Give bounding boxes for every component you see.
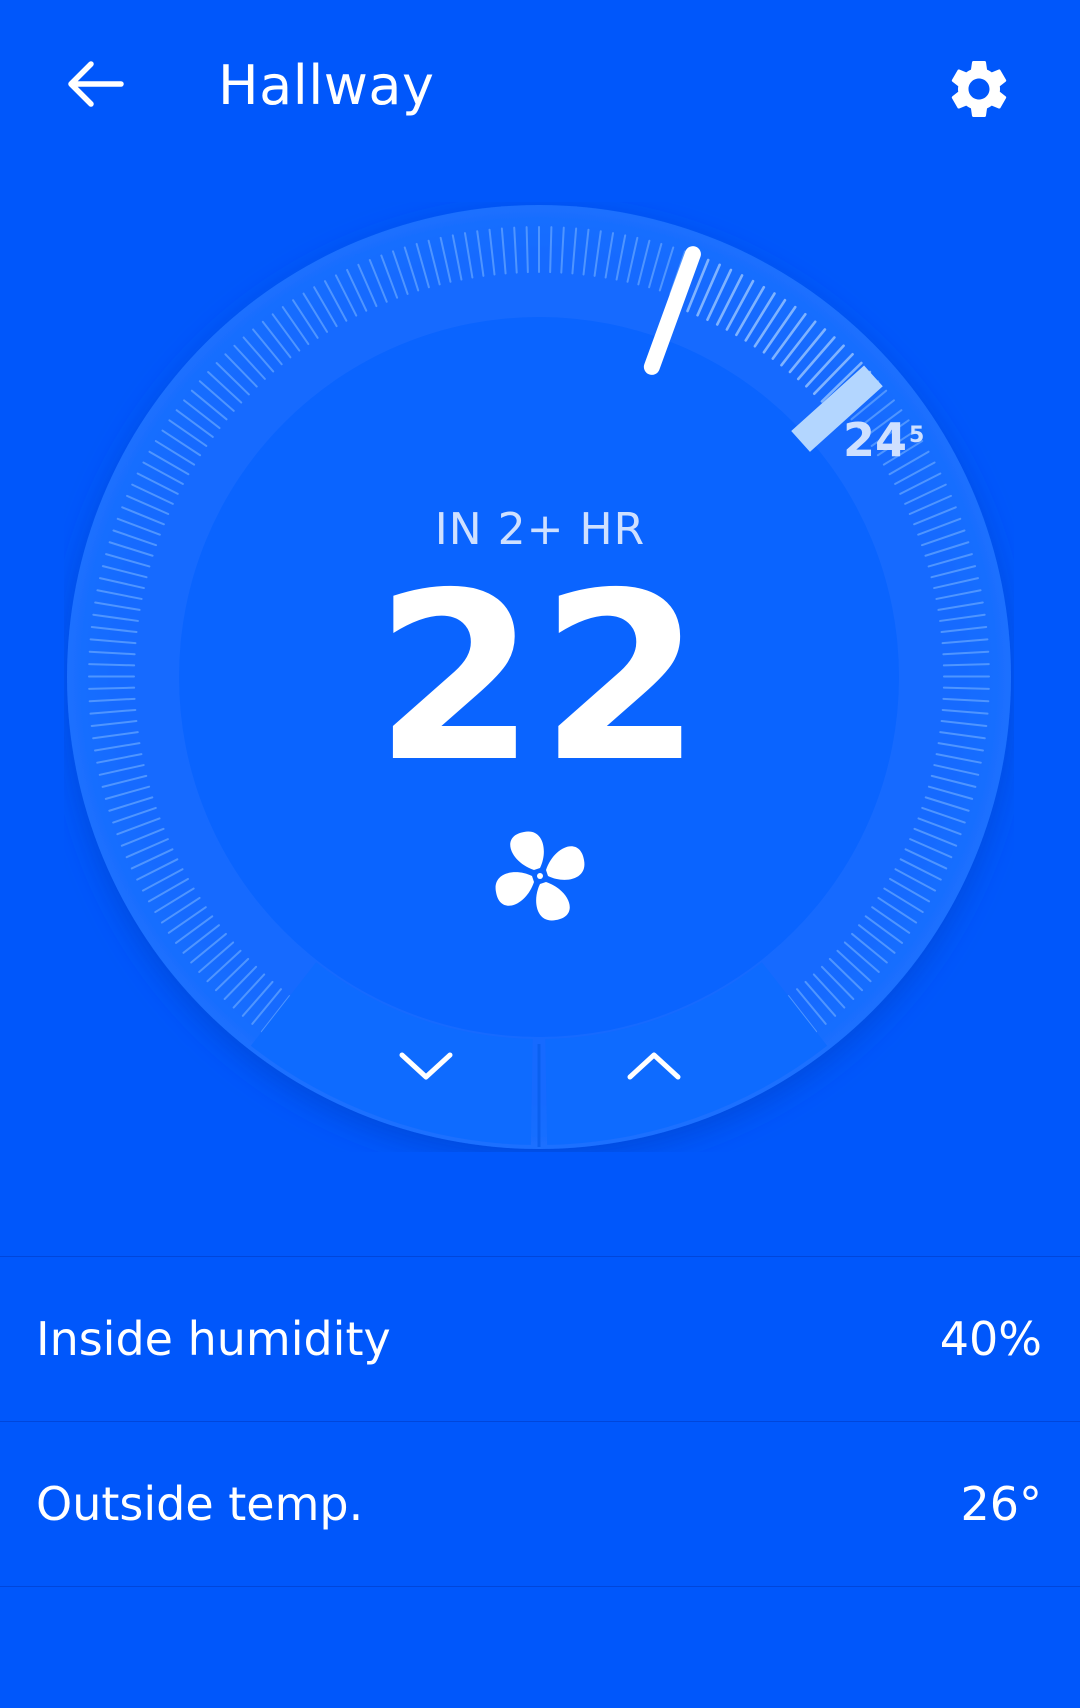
current-temp-decimal: 5 [909, 423, 925, 448]
dial-tick [549, 226, 553, 274]
humidity-row: Inside humidity 40% [0, 1256, 1080, 1421]
current-temperature: 245 [843, 412, 924, 468]
gear-icon [951, 60, 1007, 117]
dial-tick [525, 226, 529, 274]
outside-temp-value: 26° [960, 1477, 1042, 1531]
outside-temp-row: Outside temp. 26° [0, 1421, 1080, 1587]
current-temp-whole: 24 [843, 413, 908, 467]
app-header: Hallway [0, 0, 1080, 170]
page-title: Hallway [218, 54, 435, 117]
target-temperature: 22 [374, 543, 706, 813]
thermostat-screen: Hallway IN 2+ HR 22 245 Inside humidity … [0, 0, 1080, 1708]
fan-icon [495, 831, 585, 921]
humidity-value: 40% [939, 1312, 1042, 1366]
decrease-temp-button[interactable] [326, 1000, 526, 1130]
increase-temp-button[interactable] [554, 1000, 754, 1130]
arrow-left-icon [68, 61, 124, 107]
chevron-down-icon [399, 1052, 453, 1080]
chevron-up-icon [627, 1052, 681, 1080]
settings-button[interactable] [934, 44, 1024, 134]
outside-temp-label: Outside temp. [36, 1477, 364, 1531]
back-button[interactable] [52, 44, 138, 124]
humidity-label: Inside humidity [36, 1312, 391, 1366]
